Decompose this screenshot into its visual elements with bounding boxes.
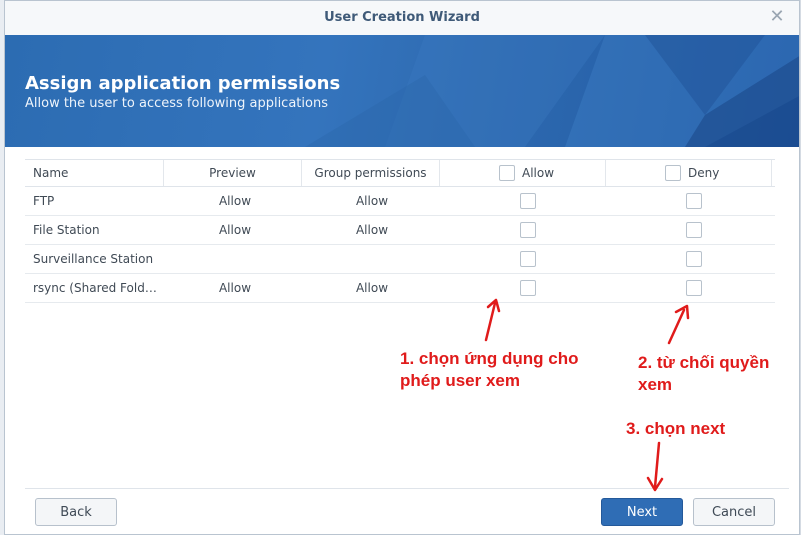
allow-checkbox[interactable]: [520, 193, 536, 209]
app-name: rsync (Shared Fold…: [33, 281, 157, 295]
footer-divider: [25, 488, 789, 489]
deny-checkbox[interactable]: [686, 222, 702, 238]
dialog-titlebar: User Creation Wizard ✕: [5, 1, 799, 36]
table-header: Name Preview Group permissions Allow Den…: [25, 159, 775, 187]
app-name: File Station: [33, 223, 100, 237]
allow-all-checkbox[interactable]: [499, 165, 515, 181]
column-header-end: [771, 160, 775, 186]
deny-checkbox[interactable]: [686, 193, 702, 209]
allow-checkbox[interactable]: [520, 222, 536, 238]
deny-checkbox[interactable]: [686, 280, 702, 296]
group-permission-value: [303, 245, 441, 273]
annotation-step3: 3. chọn next: [626, 419, 726, 438]
user-creation-wizard-dialog: User Creation Wizard ✕ Assign applicatio…: [4, 0, 800, 535]
page-subtitle: Allow the user to access following appli…: [25, 96, 328, 111]
deny-all-checkbox[interactable]: [665, 165, 681, 181]
cancel-button[interactable]: Cancel: [693, 498, 775, 526]
column-header-deny: Deny: [688, 166, 720, 180]
table-row[interactable]: Surveillance Station: [25, 245, 775, 274]
group-permission-value: Allow: [355, 194, 389, 208]
app-name: Surveillance Station: [33, 252, 154, 266]
close-icon[interactable]: ✕: [767, 7, 787, 27]
allow-checkbox[interactable]: [520, 280, 536, 296]
allow-checkbox[interactable]: [520, 251, 536, 267]
preview-value: Allow: [218, 223, 252, 237]
app-name: FTP: [33, 194, 55, 208]
group-permission-value: Allow: [355, 281, 389, 295]
group-permission-value: Allow: [355, 223, 389, 237]
table-row[interactable]: FTP Allow Allow: [25, 187, 775, 216]
back-button[interactable]: Back: [35, 498, 117, 526]
page-title: Assign application permissions: [25, 73, 341, 94]
column-header-preview[interactable]: Preview: [163, 160, 301, 186]
wizard-banner: Assign application permissions Allow the…: [5, 35, 799, 147]
background-app-right: [800, 0, 809, 535]
table-row[interactable]: File Station Allow Allow: [25, 216, 775, 245]
table-row[interactable]: rsync (Shared Fold… Allow Allow: [25, 274, 775, 303]
deny-checkbox[interactable]: [686, 251, 702, 267]
next-button[interactable]: Next: [601, 498, 683, 526]
annotation-step2: 2. từ chối quyền xem: [638, 353, 770, 394]
preview-value: Allow: [218, 281, 252, 295]
permissions-table: Name Preview Group permissions Allow Den…: [25, 159, 775, 303]
column-header-allow: Allow: [522, 166, 555, 180]
column-header-name[interactable]: Name: [33, 160, 163, 186]
preview-value: Allow: [218, 194, 252, 208]
dialog-title: User Creation Wizard: [324, 10, 480, 25]
preview-value: [167, 245, 303, 273]
annotation-step1: 1. chọn ứng dụng cho phép user xem: [400, 349, 579, 390]
column-header-group-permissions[interactable]: Group permissions: [301, 160, 439, 186]
